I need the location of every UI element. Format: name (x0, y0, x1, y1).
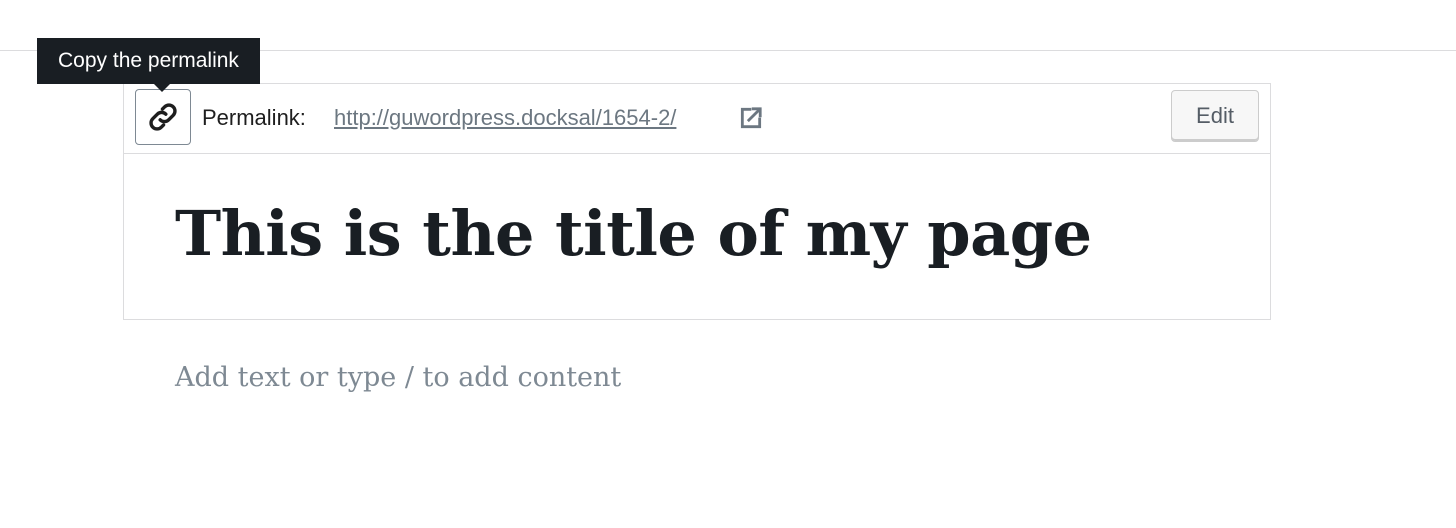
content-placeholder[interactable]: Add text or type / to add content (175, 358, 621, 398)
permalink-url-link[interactable]: http://guwordpress.docksal/1654-2/ (334, 104, 676, 132)
copy-permalink-tooltip: Copy the permalink (37, 38, 260, 84)
permalink-label: Permalink: (202, 105, 306, 130)
external-link-icon[interactable] (738, 105, 764, 131)
link-icon (146, 100, 180, 134)
edit-permalink-button[interactable]: Edit (1171, 90, 1259, 142)
tooltip-arrow (154, 84, 170, 92)
permalink-bar: Permalink: http://guwordpress.docksal/16… (124, 84, 1270, 154)
page-title[interactable]: This is the title of my page (175, 194, 1092, 274)
copy-permalink-button[interactable] (135, 89, 191, 145)
post-title-block: Permalink: http://guwordpress.docksal/16… (123, 83, 1271, 320)
